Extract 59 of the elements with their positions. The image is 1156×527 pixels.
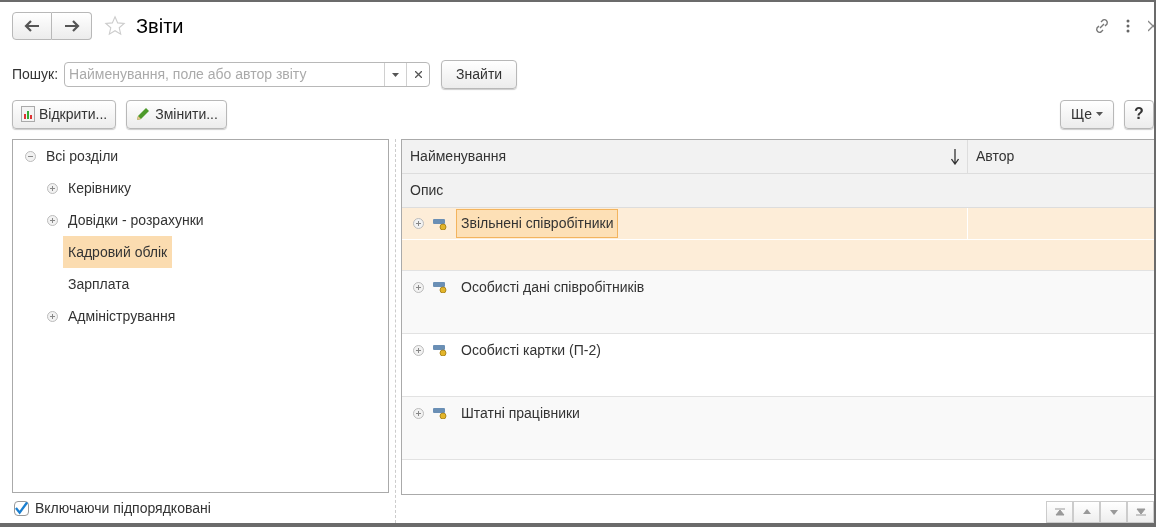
table-row[interactable]: Штатні працівники bbox=[402, 397, 1154, 460]
expand-icon[interactable] bbox=[413, 344, 424, 356]
table-row[interactable]: Звільнені співробітники bbox=[402, 208, 1154, 271]
search-label: Пошук: bbox=[12, 65, 59, 84]
caret-icon bbox=[1096, 112, 1103, 116]
open-button[interactable]: Відкрити... bbox=[12, 99, 117, 129]
expand-icon[interactable] bbox=[413, 218, 424, 229]
report-name: Особисті картки (П-2) bbox=[460, 340, 602, 360]
collapse-icon[interactable] bbox=[24, 150, 36, 162]
tree-item[interactable]: Керівнику bbox=[63, 172, 137, 204]
expand-icon[interactable] bbox=[46, 310, 58, 322]
report-name: Звільнені співробітники bbox=[456, 209, 619, 238]
scroll-top-button[interactable] bbox=[1046, 501, 1073, 523]
arrow-left-icon bbox=[24, 20, 40, 32]
tree-item[interactable]: Кадровий облік bbox=[63, 236, 173, 268]
star-icon[interactable] bbox=[104, 15, 126, 37]
window-title: Звіти bbox=[136, 14, 184, 39]
check-icon bbox=[15, 501, 28, 515]
more-icon[interactable] bbox=[1126, 19, 1130, 33]
scroll-down-button[interactable] bbox=[1100, 501, 1127, 523]
report-icon bbox=[433, 344, 447, 356]
report-icon bbox=[433, 407, 447, 419]
tree-item[interactable]: Всі розділи bbox=[41, 140, 124, 172]
report-icon bbox=[433, 217, 447, 230]
report-icon bbox=[433, 281, 447, 293]
pencil-icon bbox=[135, 106, 152, 122]
scroll-bottom-button[interactable] bbox=[1127, 501, 1154, 523]
report-name: Штатні працівники bbox=[460, 403, 581, 423]
column-header[interactable]: Опис bbox=[410, 180, 444, 201]
scroll-up-button[interactable] bbox=[1073, 501, 1100, 523]
table-row[interactable]: Особисті дані співробітників bbox=[402, 271, 1154, 334]
expand-icon[interactable] bbox=[413, 407, 424, 419]
checkbox-label: Включаючи підпорядковані bbox=[35, 498, 211, 518]
triangle-down-icon bbox=[1135, 508, 1146, 516]
expand-icon[interactable] bbox=[413, 281, 424, 293]
close-icon[interactable] bbox=[1148, 20, 1154, 32]
column-header[interactable]: Автор bbox=[968, 140, 1154, 173]
help-button[interactable]: ? bbox=[1124, 99, 1154, 129]
triangle-down-icon bbox=[1108, 508, 1119, 516]
expand-icon[interactable] bbox=[46, 182, 58, 194]
forward-button[interactable] bbox=[52, 12, 92, 40]
expand-icon[interactable] bbox=[46, 214, 58, 226]
report-chart-icon bbox=[21, 106, 35, 122]
checkbox[interactable] bbox=[14, 500, 29, 516]
back-button[interactable] bbox=[12, 12, 52, 40]
column-header[interactable]: Найменування bbox=[402, 140, 968, 173]
tree-item[interactable]: Зарплата bbox=[63, 268, 135, 300]
report-name: Особисті дані співробітників bbox=[460, 277, 646, 297]
tree-item[interactable]: Довідки - розрахунки bbox=[63, 204, 209, 236]
arrow-right-icon bbox=[63, 20, 80, 32]
tree-item[interactable]: Адміністрування bbox=[63, 300, 181, 332]
find-button[interactable]: Знайти bbox=[441, 60, 518, 89]
caret-icon bbox=[392, 72, 400, 77]
search-field[interactable]: Найменування, поле або автор звіту bbox=[64, 62, 431, 87]
clear-icon bbox=[414, 71, 422, 78]
triangle-up-icon bbox=[1054, 508, 1065, 516]
more-button[interactable]: Ще bbox=[1060, 99, 1114, 129]
triangle-up-icon bbox=[1081, 508, 1092, 516]
edit-button[interactable]: Змінити... bbox=[126, 99, 227, 129]
